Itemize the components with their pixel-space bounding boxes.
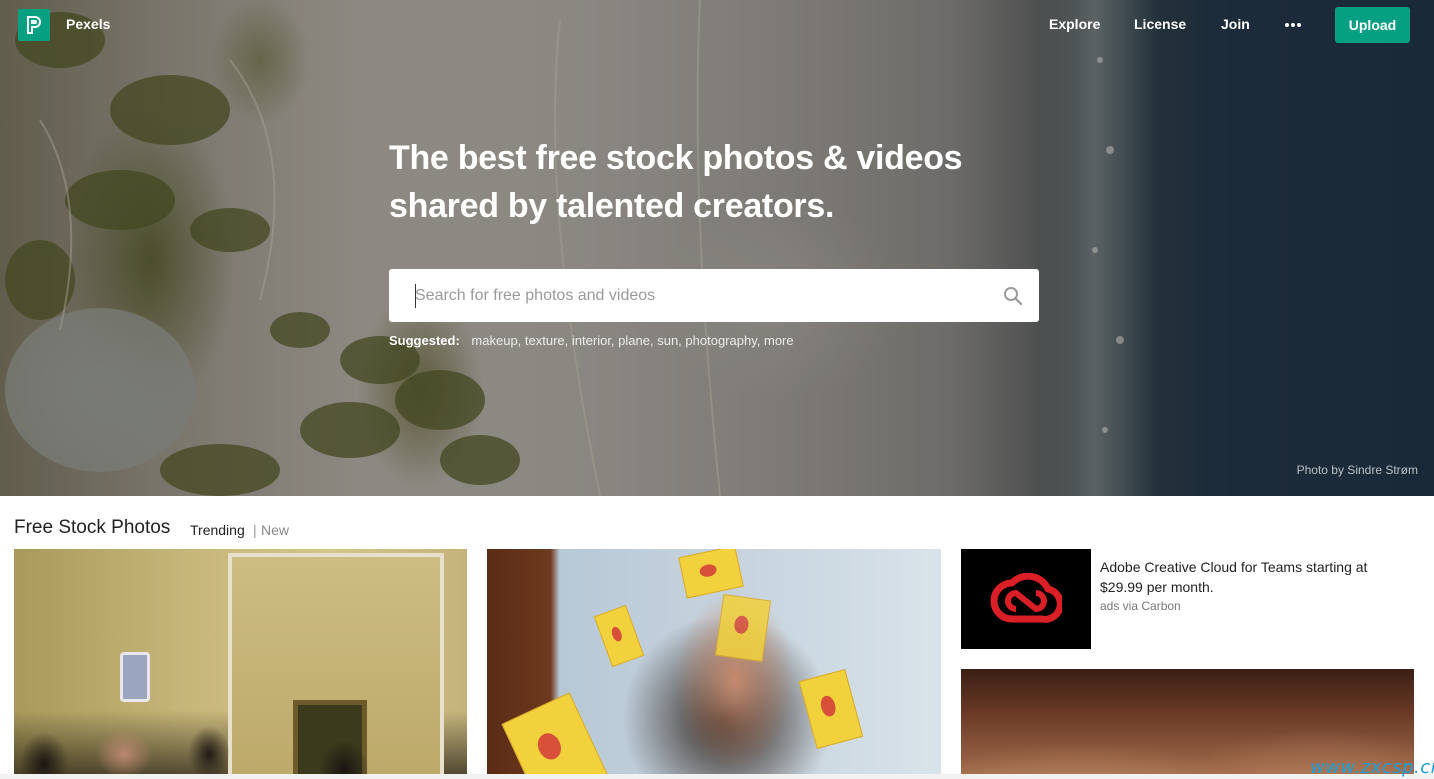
nav-license[interactable]: License [1134, 16, 1186, 32]
photo-museum-crowd[interactable] [14, 549, 467, 779]
search-bar [389, 269, 1039, 322]
ad-image[interactable] [961, 549, 1091, 649]
ad-text[interactable]: Adobe Creative Cloud for Teams starting … [1100, 557, 1400, 597]
pexels-logo-icon [27, 16, 41, 34]
floating-card [798, 668, 864, 750]
section-title: Free Stock Photos [14, 517, 171, 538]
search-icon[interactable] [1003, 286, 1023, 306]
pexels-logo[interactable] [18, 9, 50, 41]
suggestion-makeup[interactable]: makeup, [471, 333, 521, 348]
adobe-creative-cloud-logo-icon [990, 573, 1062, 623]
floating-card [501, 692, 608, 779]
hero-aerial-texture [5, 0, 1124, 496]
brand-name[interactable]: Pexels [66, 16, 110, 32]
suggestion-photography[interactable]: photography, [685, 333, 760, 348]
tab-separator: | [253, 522, 257, 538]
upload-button[interactable]: Upload [1335, 7, 1410, 43]
nav-join[interactable]: Join [1221, 16, 1250, 32]
tab-trending[interactable]: Trending [190, 522, 245, 538]
suggestion-interior[interactable]: interior, [572, 333, 615, 348]
nav-explore[interactable]: Explore [1049, 16, 1100, 32]
suggestion-plane[interactable]: plane, [618, 333, 653, 348]
headline-line-1: The best free stock photos & videos [389, 139, 963, 177]
suggestion-sun[interactable]: sun, [657, 333, 682, 348]
more-menu-icon[interactable] [1284, 22, 1302, 28]
hero-headline: The best free stock photos & videos shar… [389, 134, 1049, 230]
hero-banner [0, 0, 1434, 496]
site-watermark: www.zxcsp.cn [1310, 757, 1434, 778]
headline-line-2: shared by talented creators. [389, 187, 835, 225]
crowd-silhouettes [14, 694, 467, 779]
search-input[interactable] [389, 269, 989, 322]
hero-photo-credit[interactable]: Photo by Sindre Strøm [1297, 463, 1418, 477]
photo-woman-falling-cards[interactable] [487, 549, 941, 779]
tab-new[interactable]: New [261, 522, 289, 538]
floating-card [678, 549, 744, 599]
floating-card [714, 593, 772, 663]
raised-phone [120, 652, 150, 702]
suggested-searches: Suggested: makeup, texture, interior, pl… [389, 333, 794, 348]
suggestion-texture[interactable]: texture, [525, 333, 568, 348]
ad-attribution[interactable]: ads via Carbon [1100, 599, 1181, 613]
page-bottom-edge [0, 774, 1434, 779]
text-cursor [415, 284, 416, 308]
suggestion-more[interactable]: more [764, 333, 794, 348]
suggested-label: Suggested: [389, 333, 460, 348]
floating-card [593, 604, 645, 668]
